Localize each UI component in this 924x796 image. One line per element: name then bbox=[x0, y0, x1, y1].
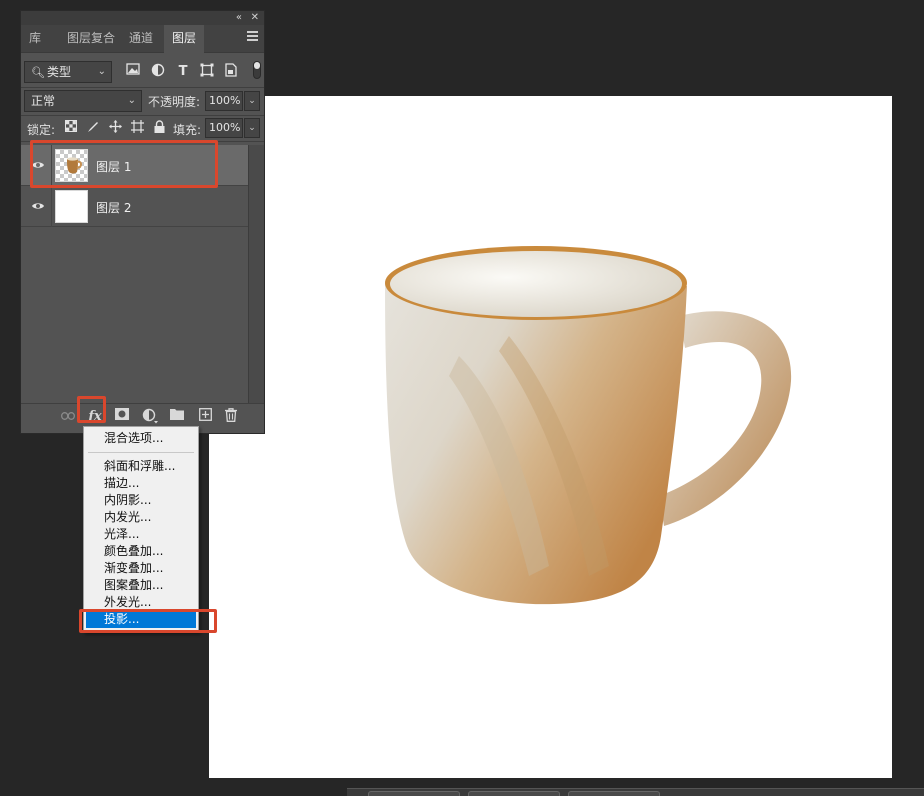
lock-row: 锁定: 填充: 100% ⌄ bbox=[21, 117, 264, 139]
layer-row-layer-2[interactable]: 图层 2 bbox=[21, 186, 248, 227]
eye-icon[interactable] bbox=[31, 158, 45, 172]
menu-item-bevel-emboss[interactable]: 斜面和浮雕... bbox=[84, 458, 198, 475]
shape-filter-icon[interactable] bbox=[198, 63, 216, 81]
menu-item-blending-options[interactable]: 混合选项... bbox=[84, 430, 198, 447]
menu-item-color-overlay[interactable]: 颜色叠加... bbox=[84, 543, 198, 560]
menu-item-inner-shadow[interactable]: 内阴影... bbox=[84, 492, 198, 509]
menu-divider bbox=[88, 452, 194, 453]
tab-channels[interactable]: 通道 bbox=[121, 25, 161, 53]
adjustment-filter-icon[interactable] bbox=[149, 63, 167, 81]
eye-icon[interactable] bbox=[31, 199, 45, 213]
chevron-down-icon: ⌄ bbox=[127, 95, 136, 106]
type-filter-icon[interactable]: T bbox=[174, 63, 192, 81]
layer-row-layer-1[interactable]: 图层 1 bbox=[21, 145, 248, 186]
filter-type-label: 类型 bbox=[46, 65, 71, 79]
tab-layer-comps[interactable]: 图层复合 bbox=[59, 25, 123, 53]
trash-icon[interactable] bbox=[222, 408, 240, 426]
blend-mode-value: 正常 bbox=[31, 94, 56, 108]
menu-item-stroke[interactable]: 描边... bbox=[84, 475, 198, 492]
opacity-label: 不透明度: bbox=[148, 95, 201, 109]
lock-image-pixels-icon[interactable] bbox=[85, 120, 101, 136]
filter-type-select[interactable]: 🔍︎ 类型 ⌄ bbox=[24, 61, 112, 83]
panel-title-bar[interactable]: « ✕ bbox=[21, 11, 264, 25]
link-icon[interactable] bbox=[59, 408, 77, 426]
layers-panel: « ✕ 库 图层复合 通道 图层 🔍︎ 类型 ⌄ T 正常 ⌄ 不透明度: 10… bbox=[20, 10, 265, 434]
layer-filter-row: 🔍︎ 类型 ⌄ T bbox=[21, 57, 264, 87]
lock-artboard-icon[interactable] bbox=[129, 120, 145, 136]
layer-thumbnail[interactable] bbox=[55, 149, 88, 182]
menu-item-satin[interactable]: 光泽... bbox=[84, 526, 198, 543]
menu-item-inner-glow[interactable]: 内发光... bbox=[84, 509, 198, 526]
fill-dropdown-button[interactable]: ⌄ bbox=[244, 118, 260, 138]
visibility-column-divider bbox=[51, 145, 52, 186]
lock-label: 锁定: bbox=[27, 123, 56, 137]
mask-icon[interactable] bbox=[113, 408, 131, 426]
chevron-down-icon: ⌄ bbox=[97, 66, 106, 77]
menu-item-gradient-overlay[interactable]: 渐变叠加... bbox=[84, 560, 198, 577]
layer-style-menu: 混合选项... 斜面和浮雕... 描边... 内阴影... 内发光... 光泽.… bbox=[83, 426, 199, 633]
folder-icon[interactable] bbox=[168, 408, 186, 426]
lock-position-icon[interactable] bbox=[107, 120, 123, 136]
layer-name: 图层 1 bbox=[96, 160, 132, 174]
divider bbox=[21, 87, 264, 88]
close-panel-button[interactable]: ✕ bbox=[251, 11, 259, 25]
tab-libraries[interactable]: 库 bbox=[21, 25, 49, 53]
tab-layers[interactable]: 图层 bbox=[164, 25, 205, 53]
image-filter-icon[interactable] bbox=[124, 63, 142, 81]
opacity-dropdown-button[interactable]: ⌄ bbox=[244, 91, 260, 111]
layers-scrollbar[interactable] bbox=[248, 145, 264, 403]
mug-image bbox=[385, 246, 792, 605]
lock-transparent-pixels-icon[interactable] bbox=[63, 120, 79, 136]
collapse-panel-button[interactable]: « bbox=[236, 11, 242, 25]
panel-menu-icon[interactable] bbox=[247, 31, 258, 41]
opacity-input[interactable]: 100% bbox=[205, 91, 243, 111]
panel-tabs: 库 图层复合 通道 图层 bbox=[21, 25, 264, 53]
menu-item-drop-shadow[interactable]: 投影... bbox=[86, 611, 196, 628]
smart-object-filter-icon[interactable] bbox=[222, 63, 240, 81]
layers-list: 图层 1 图层 2 bbox=[21, 145, 248, 403]
bottom-tab[interactable] bbox=[568, 791, 660, 796]
blend-mode-select[interactable]: 正常 ⌄ bbox=[24, 90, 142, 112]
divider bbox=[21, 115, 264, 116]
bottom-tab[interactable] bbox=[468, 791, 560, 796]
adjustment-icon[interactable] bbox=[141, 408, 159, 426]
blend-row: 正常 ⌄ 不透明度: 100% ⌄ bbox=[21, 89, 264, 113]
fill-input[interactable]: 100% bbox=[205, 118, 243, 138]
document-canvas[interactable] bbox=[209, 96, 892, 778]
menu-item-outer-glow[interactable]: 外发光... bbox=[84, 594, 198, 611]
fx-icon[interactable]: fx bbox=[86, 408, 104, 426]
layer-thumbnail[interactable] bbox=[55, 190, 88, 223]
divider bbox=[21, 141, 264, 142]
layer-name: 图层 2 bbox=[96, 201, 132, 215]
fill-label: 填充: bbox=[173, 123, 202, 137]
filter-toggle-switch[interactable] bbox=[253, 61, 261, 79]
visibility-column-divider bbox=[51, 186, 52, 227]
search-icon: 🔍︎ bbox=[31, 66, 45, 79]
bottom-tab[interactable] bbox=[368, 791, 460, 796]
lock-all-icon[interactable] bbox=[151, 120, 167, 136]
new-layer-icon[interactable] bbox=[196, 408, 214, 426]
menu-item-pattern-overlay[interactable]: 图案叠加... bbox=[84, 577, 198, 594]
